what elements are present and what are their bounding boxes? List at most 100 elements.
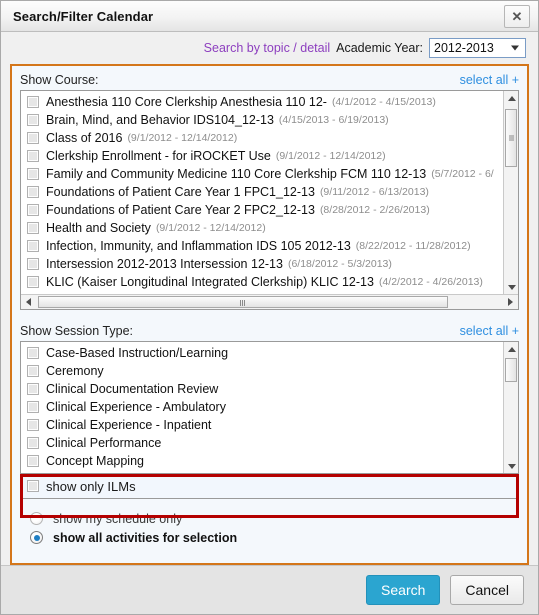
search-by-topic-link[interactable]: Search by topic / detail	[204, 41, 330, 55]
radio-icon[interactable]	[30, 512, 43, 525]
session-vertical-scrollbar[interactable]	[503, 342, 518, 473]
show-only-ilms-checkbox[interactable]	[27, 480, 39, 492]
course-checkbox[interactable]	[27, 132, 39, 144]
course-name: Health and Society	[46, 221, 151, 235]
course-checkbox[interactable]	[27, 168, 39, 180]
course-list-item[interactable]: Infection, Immunity, and Inflammation ID…	[21, 237, 504, 255]
session-name: Ceremony	[46, 364, 104, 378]
session-section-label: Show Session Type:	[20, 324, 134, 338]
dialog-titlebar: Search/Filter Calendar ✕	[1, 1, 538, 32]
academic-year-value: 2012-2013	[434, 41, 494, 55]
session-checkbox[interactable]	[27, 419, 39, 431]
course-hscroll-thumb[interactable]	[38, 296, 448, 308]
session-name: Clinical Performance	[46, 436, 162, 450]
search-button[interactable]: Search	[366, 575, 441, 605]
session-section-header: Show Session Type: select all +	[20, 324, 519, 338]
course-list-item[interactable]: Clerkship Enrollment - for iROCKET Use (9…	[21, 147, 504, 165]
course-dates: (9/1/2012 - 12/14/2012)	[155, 222, 266, 234]
course-dates: (9/11/2012 - 6/13/2013)	[319, 186, 429, 198]
course-list-item[interactable]: Intersession 2012-2013 Intersession 12-1…	[21, 255, 504, 273]
close-icon[interactable]: ✕	[504, 5, 530, 28]
course-dates: (4/15/2013 - 6/19/2013)	[278, 114, 389, 126]
course-list-item[interactable]: Class of 2016 (9/1/2012 - 12/14/2012)	[21, 129, 504, 147]
course-name: Clerkship Enrollment - for iROCKET Use	[46, 149, 271, 163]
scroll-down-icon[interactable]	[504, 459, 518, 473]
scroll-down-icon[interactable]	[504, 280, 518, 294]
course-checkbox[interactable]	[27, 258, 39, 270]
course-list-item[interactable]: Brain, Mind, and Behavior IDS104_12-13 (4…	[21, 111, 504, 129]
course-checkbox[interactable]	[27, 114, 39, 126]
scroll-up-icon[interactable]	[504, 91, 518, 105]
course-dates: (4/1/2012 - 4/15/2013)	[331, 96, 436, 108]
session-checkbox[interactable]	[27, 437, 39, 449]
session-select-all-link[interactable]: select all +	[460, 324, 519, 338]
course-checkbox[interactable]	[27, 150, 39, 162]
session-list-item[interactable]: Clinical Documentation Review	[21, 380, 504, 398]
scope-radio-option[interactable]: show all activities for selection	[30, 528, 519, 547]
session-name: Concept Mapping	[46, 454, 144, 468]
chevron-down-icon	[511, 45, 519, 51]
course-checkbox[interactable]	[27, 186, 39, 198]
course-listbox[interactable]: Anesthesia 110 Core Clerkship Anesthesia…	[20, 90, 519, 310]
course-dates: (9/1/2012 - 12/14/2012)	[127, 132, 238, 144]
show-only-ilms-row[interactable]: show only ILMs	[20, 474, 519, 499]
session-name: Clinical Experience - Ambulatory	[46, 400, 226, 414]
cancel-button[interactable]: Cancel	[450, 575, 524, 605]
session-list-item[interactable]: Clinical Experience - Inpatient	[21, 416, 504, 434]
radio-icon[interactable]	[30, 531, 43, 544]
course-name: Intersession 2012-2013 Intersession 12-1…	[46, 257, 283, 271]
session-scroll-thumb[interactable]	[505, 358, 517, 382]
scroll-left-icon[interactable]	[21, 295, 36, 309]
course-vertical-scrollbar[interactable]	[503, 91, 518, 294]
course-name: Class of 2016	[46, 131, 123, 145]
course-list-item[interactable]: KLIC (Kaiser Longitudinal Integrated Cle…	[21, 273, 504, 291]
course-checkbox[interactable]	[27, 222, 39, 234]
session-name: Case-Based Instruction/Learning	[46, 346, 229, 360]
scope-radio-group: show my schedule only show all activities…	[20, 499, 519, 547]
session-list-item[interactable]: Clinical Performance	[21, 434, 504, 452]
scroll-up-icon[interactable]	[504, 342, 518, 356]
course-list-rows: Anesthesia 110 Core Clerkship Anesthesia…	[21, 91, 504, 294]
course-checkbox[interactable]	[27, 204, 39, 216]
scroll-right-icon[interactable]	[503, 295, 518, 309]
session-list-item[interactable]: Case-Based Instruction/Learning	[21, 344, 504, 362]
session-listbox[interactable]: Case-Based Instruction/Learning Ceremony C…	[20, 341, 519, 474]
course-name: Brain, Mind, and Behavior IDS104_12-13	[46, 113, 274, 127]
session-name: Clinical Documentation Review	[46, 382, 219, 396]
course-checkbox[interactable]	[27, 240, 39, 252]
course-name: Anesthesia 110 Core Clerkship Anesthesia…	[46, 95, 327, 109]
course-list-item[interactable]: Anesthesia 110 Core Clerkship Anesthesia…	[21, 93, 504, 111]
course-dates: (9/1/2012 - 12/14/2012)	[275, 150, 386, 162]
course-dates: (4/2/2012 - 4/26/2013)	[378, 276, 483, 288]
course-section-label: Show Course:	[20, 73, 99, 87]
scope-radio-label: show all activities for selection	[53, 530, 238, 545]
session-checkbox[interactable]	[27, 401, 39, 413]
session-list-rows: Case-Based Instruction/Learning Ceremony C…	[21, 342, 504, 473]
course-dates: (8/28/2012 - 2/26/2013)	[319, 204, 430, 216]
session-list-item[interactable]: Concept Mapping	[21, 452, 504, 470]
course-select-all-link[interactable]: select all +	[460, 73, 519, 87]
course-list-item[interactable]: Foundations of Patient Care Year 1 FPC1_…	[21, 183, 504, 201]
course-name: Infection, Immunity, and Inflammation ID…	[46, 239, 351, 253]
course-name: Foundations of Patient Care Year 2 FPC2_…	[46, 203, 315, 217]
course-scroll-thumb[interactable]	[505, 109, 517, 167]
session-checkbox[interactable]	[27, 455, 39, 467]
session-checkbox[interactable]	[27, 365, 39, 377]
course-list-item[interactable]: Family and Community Medicine 110 Core C…	[21, 165, 504, 183]
course-section-header: Show Course: select all +	[20, 73, 519, 87]
course-list-item[interactable]: Health and Society (9/1/2012 - 12/14/2012…	[21, 219, 504, 237]
session-checkbox[interactable]	[27, 383, 39, 395]
course-dates: (6/18/2012 - 5/3/2013)	[287, 258, 392, 270]
scope-radio-option[interactable]: show my schedule only	[30, 509, 519, 528]
course-list-item[interactable]: Foundations of Patient Care Year 2 FPC2_…	[21, 201, 504, 219]
session-list-item[interactable]: Ceremony	[21, 362, 504, 380]
course-checkbox[interactable]	[27, 96, 39, 108]
course-checkbox[interactable]	[27, 276, 39, 288]
session-list-item[interactable]: Clinical Experience - Ambulatory	[21, 398, 504, 416]
course-name: KLIC (Kaiser Longitudinal Integrated Cle…	[46, 275, 374, 289]
academic-year-select[interactable]: 2012-2013	[429, 38, 526, 58]
course-horizontal-scrollbar[interactable]	[21, 294, 518, 309]
course-name: Foundations of Patient Care Year 1 FPC1_…	[46, 185, 315, 199]
session-checkbox[interactable]	[27, 347, 39, 359]
dialog-toolbar: Search by topic / detail Academic Year: …	[1, 32, 538, 64]
